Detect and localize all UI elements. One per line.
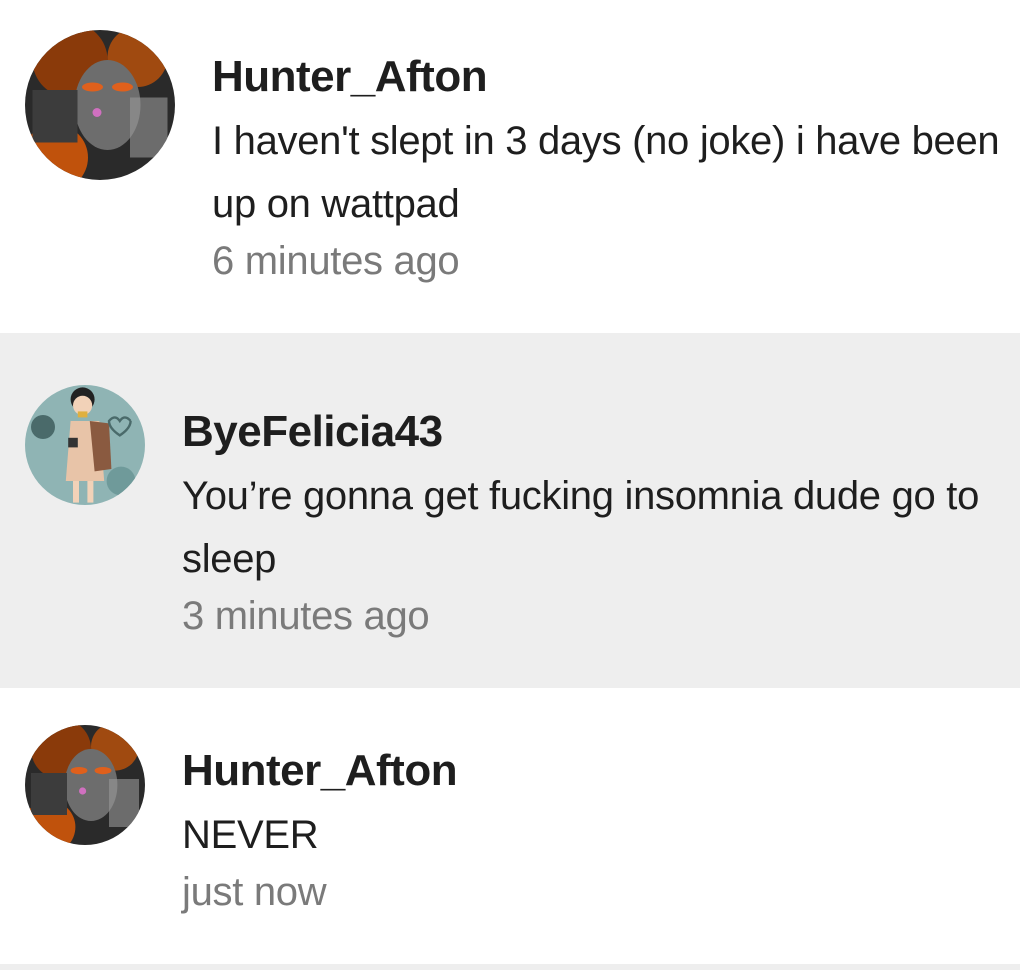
comment-timestamp: 3 minutes ago <box>182 594 430 638</box>
comment-item[interactable]: Hunter_Afton NEVER just now <box>0 688 1020 964</box>
user-avatar[interactable] <box>25 385 145 505</box>
comment-item[interactable]: ByeFelicia43 You’re gonna get fucking in… <box>0 333 1020 688</box>
comment-body: Hunter_Afton NEVER just now <box>182 742 1005 917</box>
comment-text: You’re gonna get fucking insomnia dude g… <box>182 474 980 581</box>
comment-username[interactable]: ByeFelicia43 <box>182 403 1005 461</box>
avatar-image-icon <box>25 30 175 180</box>
comment-username[interactable]: Hunter_Afton <box>212 48 1005 106</box>
comment-body: ByeFelicia43 You’re gonna get fucking in… <box>182 403 1005 641</box>
comment-text: I haven't slept in 3 days (no joke) i ha… <box>212 119 1000 226</box>
avatar-image-icon <box>25 385 145 505</box>
comment-timestamp: just now <box>182 870 327 914</box>
comment-timestamp: 6 minutes ago <box>212 239 460 283</box>
comment-body: Hunter_Afton I haven't slept in 3 days (… <box>212 48 1005 286</box>
comment-username[interactable]: Hunter_Afton <box>182 742 1005 800</box>
avatar-image-icon <box>25 725 145 845</box>
user-avatar[interactable] <box>25 30 175 180</box>
user-avatar[interactable] <box>25 725 145 845</box>
list-divider <box>0 964 1020 970</box>
comment-text: NEVER <box>182 813 319 857</box>
comment-item[interactable]: Hunter_Afton I haven't slept in 3 days (… <box>0 0 1020 333</box>
